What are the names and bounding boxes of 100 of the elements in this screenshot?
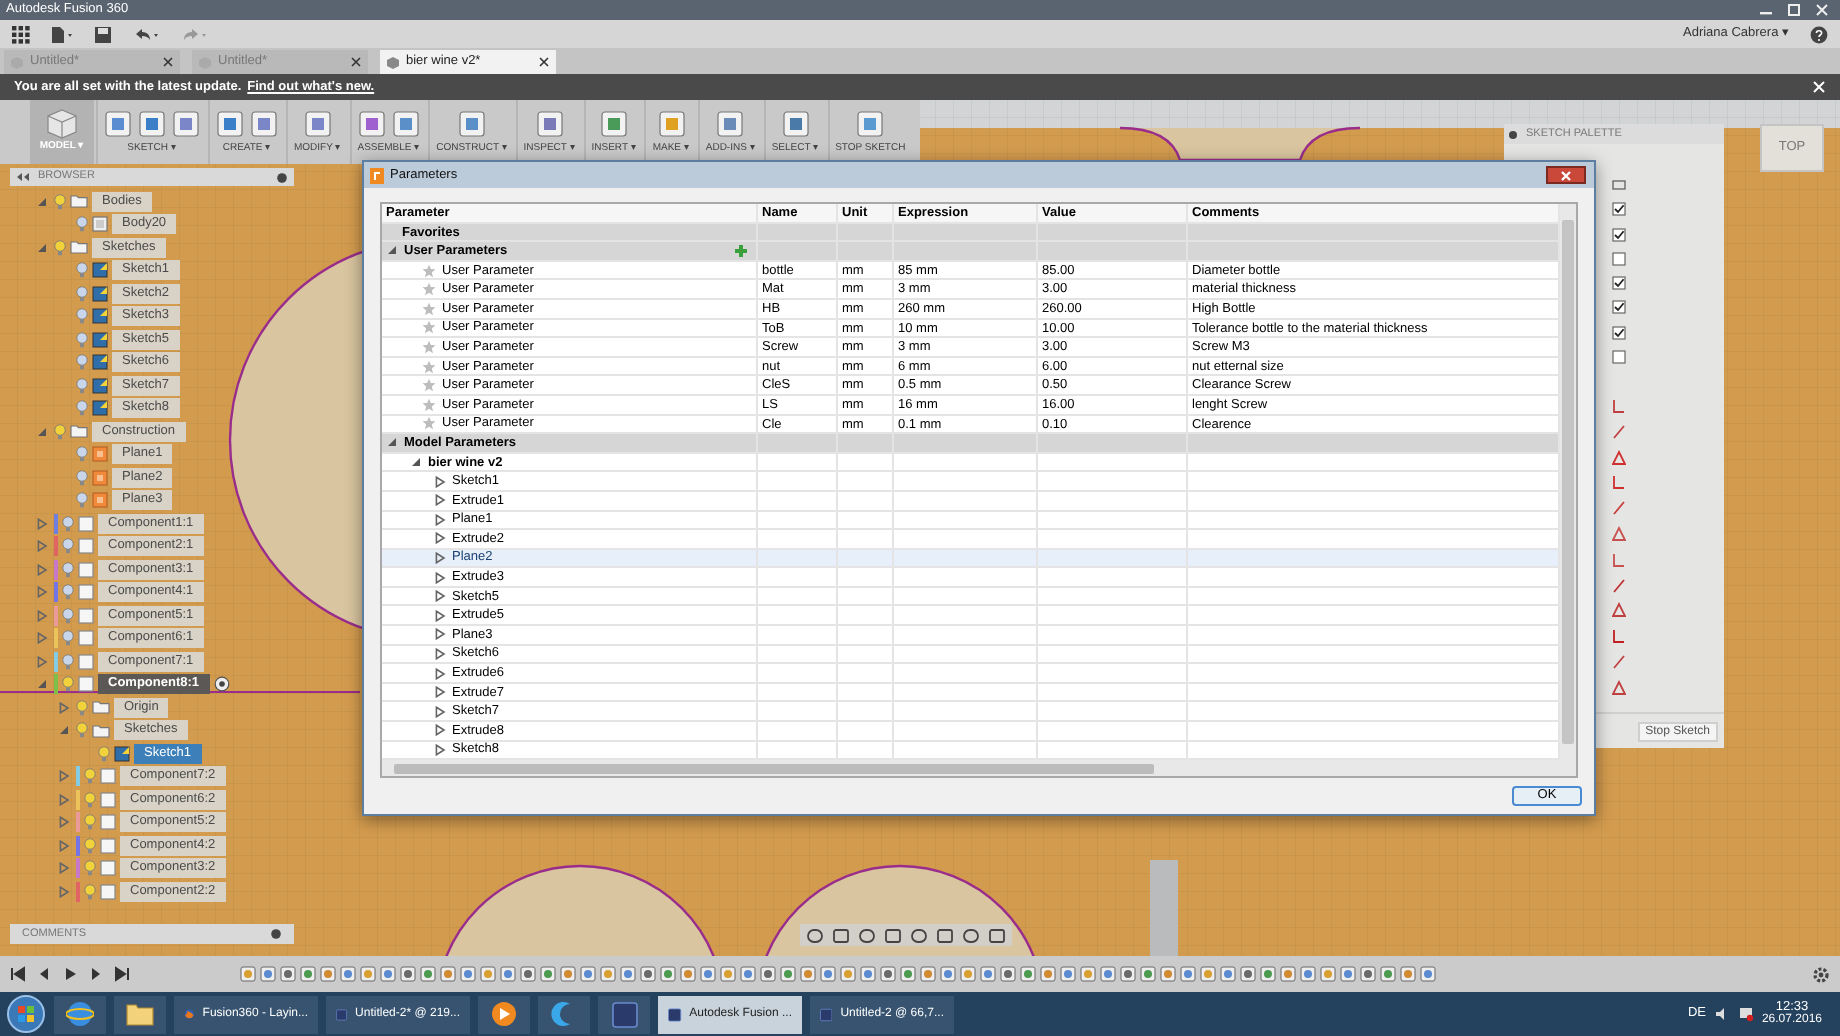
light-bulb-icon[interactable] (76, 446, 88, 463)
timeline-feature-icon[interactable] (800, 966, 816, 982)
expand-arrow-icon[interactable] (434, 609, 446, 622)
light-bulb-icon[interactable] (76, 354, 88, 371)
light-bulb-icon[interactable] (76, 400, 88, 417)
expand-arrow-icon[interactable] (58, 770, 70, 783)
timeline-feature-icon[interactable] (1000, 966, 1016, 982)
collapse-arrow-icon[interactable] (58, 724, 70, 737)
expand-arrow-icon[interactable] (434, 571, 446, 584)
light-bulb-icon[interactable] (62, 584, 74, 601)
timeline-feature-icon[interactable] (1140, 966, 1156, 982)
timeline-feature-icon[interactable] (480, 966, 496, 982)
file-icon[interactable] (50, 25, 74, 43)
orbit-icon[interactable] (806, 927, 824, 943)
taskbar-app[interactable] (114, 995, 166, 1033)
timeline-feature-icon[interactable] (260, 966, 276, 982)
timeline-feature-icon[interactable] (1160, 966, 1176, 982)
grid-icon[interactable] (962, 927, 980, 943)
timeline-feature-icon[interactable] (540, 966, 556, 982)
expand-arrow-icon[interactable] (434, 743, 446, 756)
settings-icon[interactable] (1508, 129, 1518, 139)
settings-icon[interactable] (270, 928, 282, 940)
timeline-feature-icon[interactable] (840, 966, 856, 982)
checkbox[interactable] (1612, 251, 1626, 266)
light-bulb-icon[interactable] (84, 837, 96, 854)
timeline-feature-icon[interactable] (1420, 966, 1436, 982)
radio-target-icon[interactable] (213, 676, 229, 693)
timeline-feature-icon[interactable] (1300, 966, 1316, 982)
collapse-arrow-icon[interactable] (386, 436, 398, 449)
zoom-icon[interactable] (884, 927, 902, 943)
expand-arrow-icon[interactable] (58, 862, 70, 875)
undo-icon[interactable] (132, 25, 160, 43)
viewport-icon[interactable] (988, 927, 1006, 943)
expand-arrow-icon[interactable] (36, 632, 48, 645)
timeline-feature-icon[interactable] (760, 966, 776, 982)
collapse-arrow-icon[interactable] (386, 244, 398, 257)
light-bulb-icon[interactable] (84, 791, 96, 808)
light-bulb-icon[interactable] (76, 377, 88, 394)
settings-icon[interactable] (276, 171, 288, 183)
close-icon[interactable] (162, 56, 174, 68)
collapse-panel-icon[interactable] (16, 172, 30, 182)
light-bulb-icon[interactable] (98, 745, 110, 762)
expand-arrow-icon[interactable] (434, 724, 446, 737)
timeline-feature-icon[interactable] (1260, 966, 1276, 982)
help-icon[interactable] (1810, 25, 1828, 43)
app-grid-icon[interactable] (12, 25, 30, 43)
light-bulb-icon[interactable] (84, 814, 96, 831)
timeline-feature-icon[interactable] (300, 966, 316, 982)
timeline-feature-icon[interactable] (420, 966, 436, 982)
light-bulb-icon[interactable] (84, 883, 96, 900)
taskbar-app[interactable] (478, 995, 530, 1033)
timeline-feature-icon[interactable] (660, 966, 676, 982)
timeline-feature-icon[interactable] (680, 966, 696, 982)
timeline-feature-icon[interactable] (820, 966, 836, 982)
timeline-feature-icon[interactable] (980, 966, 996, 982)
network-icon[interactable] (1737, 1006, 1754, 1022)
close-button[interactable] (1546, 166, 1586, 184)
checkbox[interactable] (1612, 350, 1626, 365)
collapse-arrow-icon[interactable] (36, 678, 48, 691)
expand-arrow-icon[interactable] (58, 839, 70, 852)
play-icon[interactable] (62, 966, 78, 982)
maximize-icon[interactable] (1782, 2, 1806, 18)
redo-icon[interactable] (180, 25, 208, 43)
expand-arrow-icon[interactable] (434, 628, 446, 641)
light-bulb-icon[interactable] (76, 308, 88, 325)
start-orb-icon[interactable] (6, 994, 46, 1034)
timeline-feature-icon[interactable] (240, 966, 256, 982)
taskbar-app[interactable] (54, 995, 106, 1033)
light-bulb-icon[interactable] (62, 607, 74, 624)
checkbox[interactable] (1612, 300, 1626, 315)
light-bulb-icon[interactable] (62, 630, 74, 647)
light-bulb-icon[interactable] (54, 239, 66, 256)
star-icon[interactable] (422, 320, 436, 335)
light-bulb-icon[interactable] (76, 285, 88, 302)
light-bulb-icon[interactable] (76, 469, 88, 486)
collapse-arrow-icon[interactable] (36, 241, 48, 254)
star-icon[interactable] (422, 263, 436, 278)
timeline-feature-icon[interactable] (440, 966, 456, 982)
timeline-feature-icon[interactable] (380, 966, 396, 982)
timeline-feature-icon[interactable] (1040, 966, 1056, 982)
checkbox[interactable] (1612, 227, 1626, 242)
light-bulb-icon[interactable] (62, 561, 74, 578)
timeline-feature-icon[interactable] (400, 966, 416, 982)
speaker-icon[interactable] (1713, 1006, 1730, 1022)
step-back-icon[interactable] (36, 966, 52, 982)
light-bulb-icon[interactable] (84, 860, 96, 877)
timeline-feature-icon[interactable] (740, 966, 756, 982)
vertical-scrollbar[interactable] (1560, 204, 1576, 776)
light-bulb-icon[interactable] (62, 676, 74, 693)
light-bulb-icon[interactable] (76, 699, 88, 716)
expand-arrow-icon[interactable] (36, 517, 48, 530)
light-bulb-icon[interactable] (76, 216, 88, 233)
timeline-feature-icon[interactable] (1120, 966, 1136, 982)
expand-arrow-icon[interactable] (434, 705, 446, 718)
light-bulb-icon[interactable] (62, 538, 74, 555)
display-icon[interactable] (936, 927, 954, 943)
timeline-feature-icon[interactable] (1380, 966, 1396, 982)
close-icon[interactable] (350, 56, 362, 68)
skip-end-icon[interactable] (114, 966, 130, 982)
checkbox[interactable] (1612, 276, 1626, 291)
